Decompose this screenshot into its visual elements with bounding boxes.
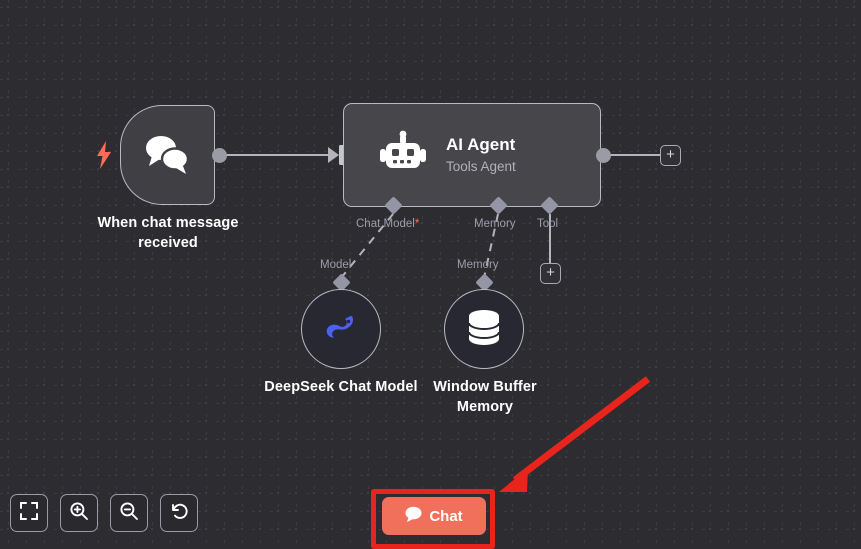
node-ai-agent[interactable]: AI Agent Tools Agent <box>343 103 601 207</box>
node-deepseek-chat-model[interactable] <box>301 289 381 369</box>
zoom-to-fit-button[interactable] <box>10 494 48 532</box>
lightning-bolt-icon <box>96 141 112 169</box>
reset-zoom-button[interactable] <box>160 494 198 532</box>
port-label-chat-model: Chat Model* <box>356 218 420 230</box>
database-icon <box>467 309 501 350</box>
zoom-in-button[interactable] <box>60 494 98 532</box>
port-label-memory: Memory <box>474 218 516 230</box>
deepseek-whale-icon <box>322 311 360 348</box>
node-window-buffer-memory[interactable] <box>444 289 524 369</box>
agent-title: AI Agent <box>446 134 516 154</box>
undo-arrow-icon <box>169 501 189 526</box>
sub-port-label-model: Model <box>320 259 352 271</box>
canvas-toolbar <box>10 494 198 532</box>
zoom-out-icon <box>119 501 139 526</box>
chat-bubble-icon <box>405 506 422 527</box>
chat-button-label: Chat <box>429 507 463 525</box>
chat-bubbles-icon <box>141 132 195 179</box>
agent-output-endpoint[interactable] <box>596 148 611 163</box>
trigger-output-endpoint[interactable] <box>212 148 227 163</box>
agent-subtitle: Tools Agent <box>446 158 516 174</box>
chat-button[interactable]: Chat <box>382 497 486 535</box>
zoom-out-button[interactable] <box>110 494 148 532</box>
sub-port-label-memory: Memory <box>457 259 499 271</box>
node-when-chat-message-received[interactable] <box>120 105 215 205</box>
node-caption-window-buffer-memory: Window Buffer Memory <box>433 379 537 415</box>
zoom-in-icon <box>69 501 89 526</box>
add-tool-node[interactable]: + <box>540 263 561 284</box>
node-caption-chat-trigger: When chat message received <box>97 215 239 251</box>
port-label-tool: Tool <box>537 218 559 230</box>
robot-icon <box>380 130 426 181</box>
connection-lines-layer <box>222 145 662 492</box>
add-node-after-agent[interactable]: + <box>660 145 681 166</box>
fit-to-view-icon <box>20 501 38 525</box>
